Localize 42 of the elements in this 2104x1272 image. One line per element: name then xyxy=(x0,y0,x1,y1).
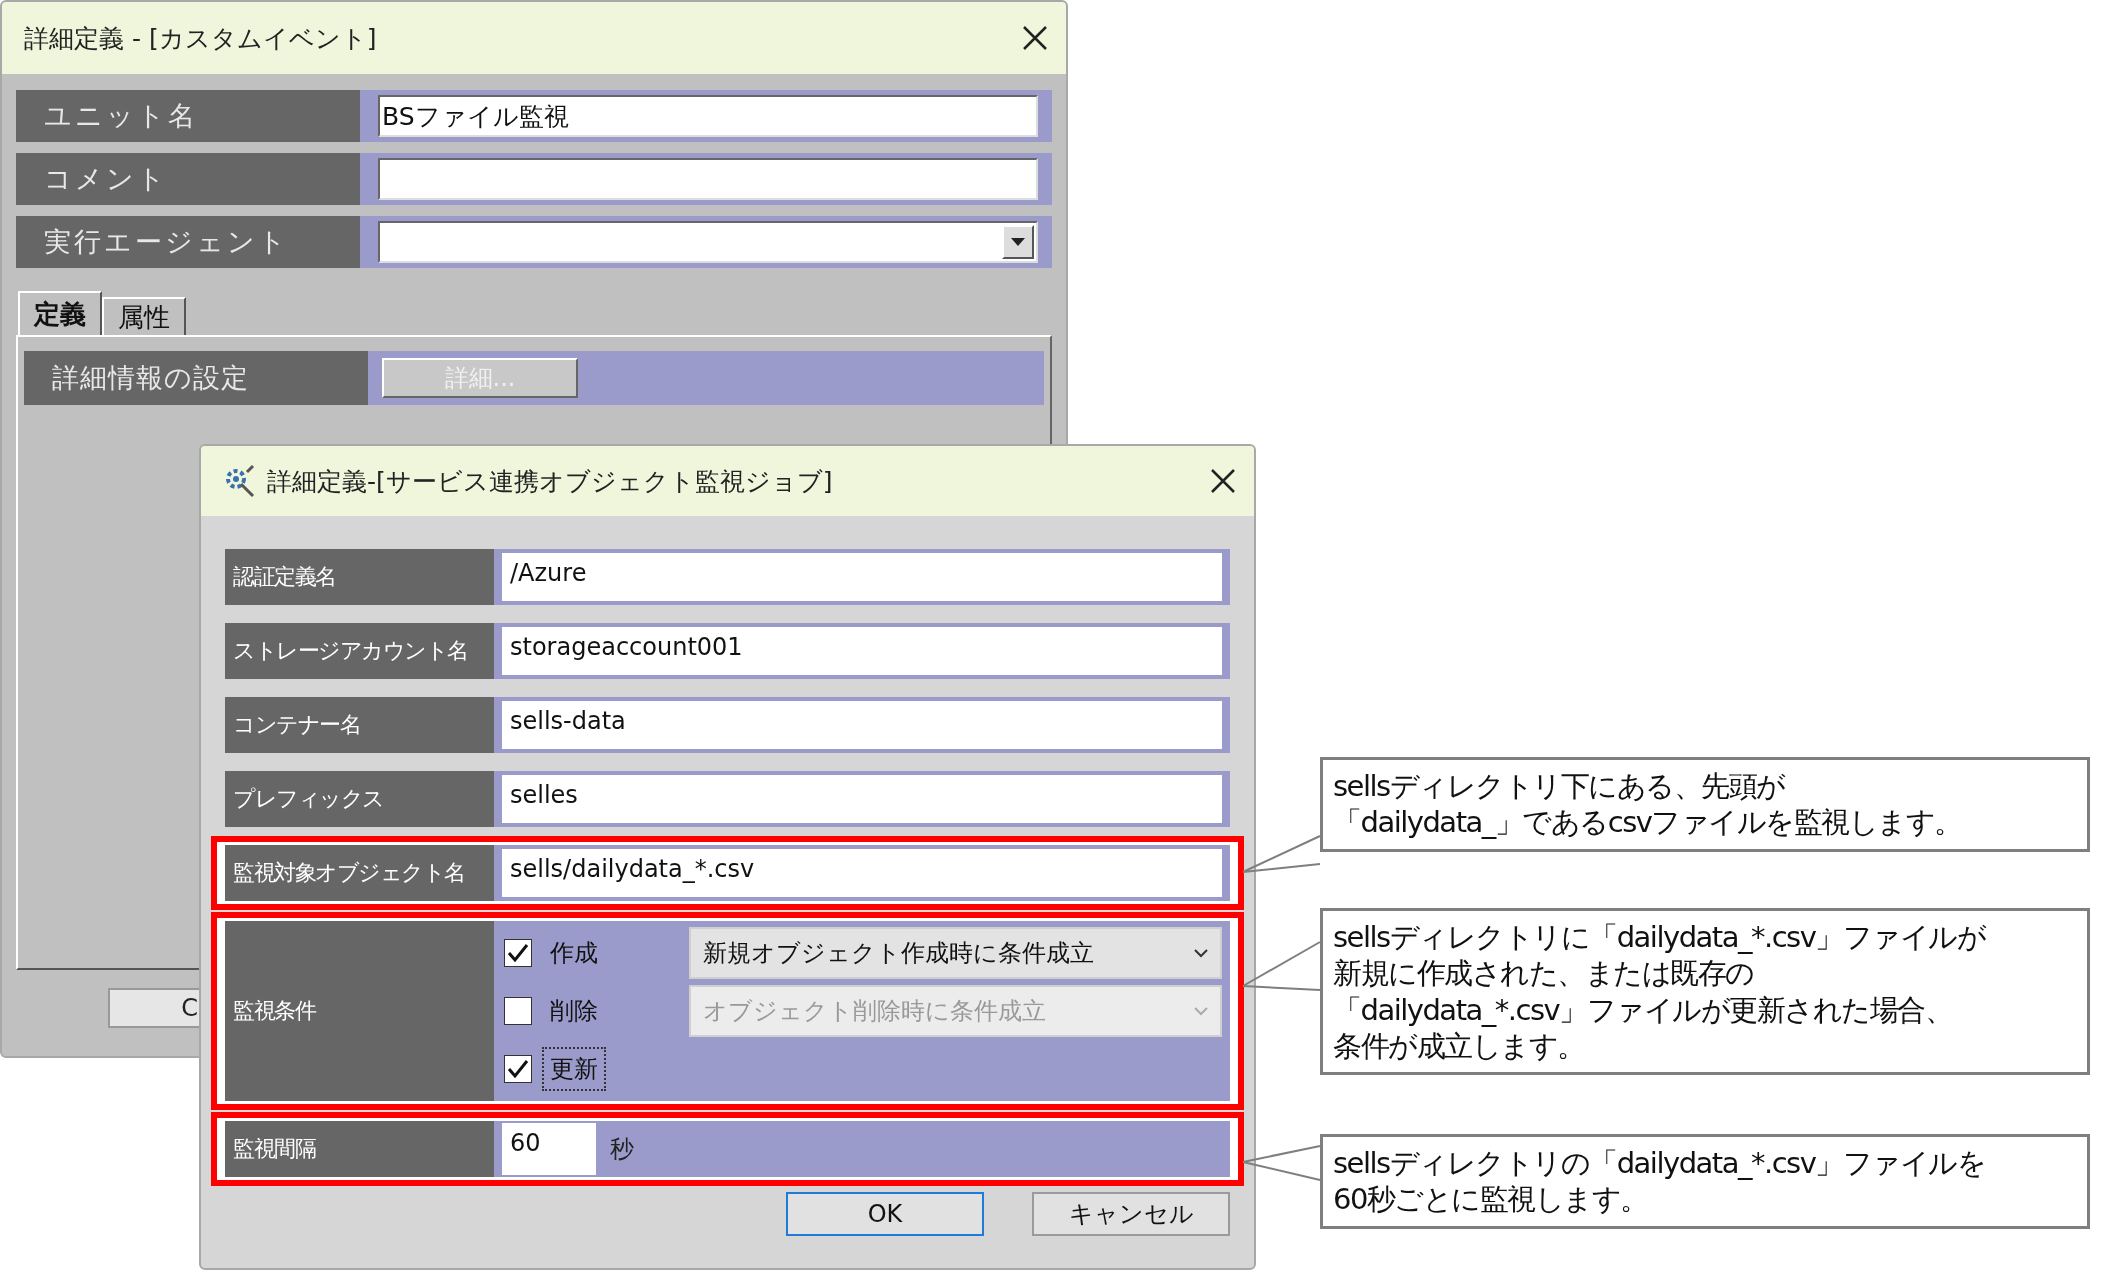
dialog-button[interactable]: OK xyxy=(786,1192,984,1236)
dialog-button[interactable]: C xyxy=(108,988,200,1028)
dropdown-field[interactable] xyxy=(378,221,1038,263)
checkbox[interactable]: 削除 xyxy=(504,985,689,1037)
field-label: 監視対象オブジェクト名 xyxy=(225,845,494,901)
callout-text: sellsディレクトリの「dailydata_*.csv」ファイルを 60秒ごとに監視します。 xyxy=(1320,1134,2090,1229)
number-field[interactable]: 60 xyxy=(502,1123,596,1175)
checkbox[interactable]: 更新 xyxy=(504,1043,689,1095)
field-label: 認証定義名 xyxy=(225,549,494,605)
field-label: 監視条件 xyxy=(225,921,494,1101)
window-title: 詳細定義-[サービス連携オブジェクト監視ジョブ] xyxy=(267,465,834,498)
text-field[interactable]: sells/dailydata_*.csv xyxy=(502,849,1222,897)
tab[interactable]: 定義 xyxy=(18,291,102,335)
field-label: コメント xyxy=(16,153,360,205)
chevron-down-icon xyxy=(1194,948,1208,958)
field-label: コンテナー名 xyxy=(225,697,494,753)
chevron-down-icon xyxy=(1194,1006,1208,1016)
field-label: 詳細情報の設定 xyxy=(24,351,368,405)
text-field[interactable]: /Azure xyxy=(502,553,1222,601)
text-field[interactable] xyxy=(378,158,1038,200)
field-label: プレフィックス xyxy=(225,771,494,827)
tab[interactable]: 属性 xyxy=(102,297,186,335)
checkbox[interactable]: 作成 xyxy=(504,927,689,979)
dropdown-field[interactable]: 新規オブジェクト作成時に条件成立 xyxy=(689,927,1222,979)
callout-text: sellsディレクトリ下にある、先頭が 「dailydata_」であるcsvファイルを監視します。 xyxy=(1320,757,2090,852)
text-field[interactable]: sells-data xyxy=(502,701,1222,749)
text-field[interactable]: storageaccount001 xyxy=(502,627,1222,675)
field-label: 監視間隔 xyxy=(225,1121,494,1177)
field-label: 実行エージェント xyxy=(16,216,360,268)
check-icon xyxy=(507,943,529,963)
callout-text: sellsディレクトリに「dailydata_*.csv」ファイルが 新規に作成された、または既存の 「dailydata_*.csv」ファイルが更新された場合、 条件が成立します。 xyxy=(1320,908,2090,1075)
dialog-button[interactable]: キャンセル xyxy=(1032,1192,1230,1236)
gear-icon xyxy=(223,464,257,498)
check-icon xyxy=(507,1059,529,1079)
text-field[interactable]: BSファイル監視 xyxy=(378,95,1038,137)
window-title: 詳細定義 - [カスタムイベント] xyxy=(24,22,378,55)
field-label: ユニット名 xyxy=(16,90,360,142)
field-label: ストレージアカウント名 xyxy=(225,623,494,679)
text-field[interactable]: selles xyxy=(502,775,1222,823)
close-icon[interactable] xyxy=(1022,25,1048,51)
close-icon[interactable] xyxy=(1210,468,1236,494)
unit-label: 秒 xyxy=(610,1134,634,1165)
